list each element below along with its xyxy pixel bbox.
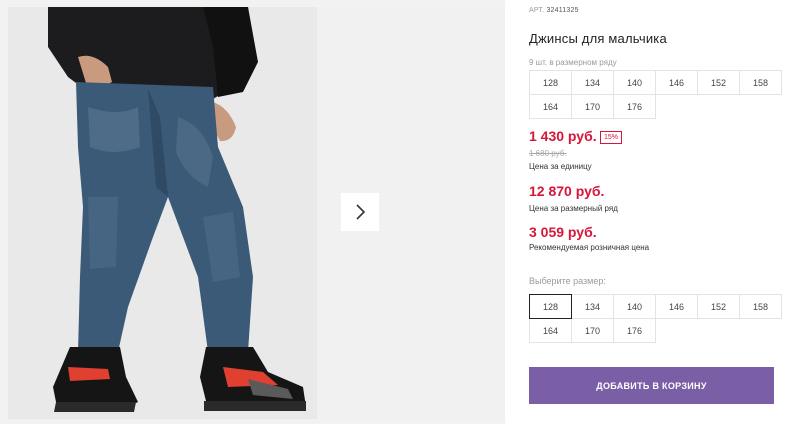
size-selector: 128 134 140 146 152 158 164 170 176 — [529, 294, 782, 343]
unit-price-label: Цена за единицу — [529, 162, 592, 171]
size-row-cell: 176 — [613, 94, 656, 119]
size-option[interactable]: 158 — [739, 294, 782, 319]
rrp-price: 3 059 руб. — [529, 224, 597, 240]
add-to-cart-button[interactable]: ДОБАВИТЬ В КОРЗИНУ — [529, 367, 774, 404]
size-row-cell: 158 — [739, 70, 782, 95]
product-gallery — [0, 0, 505, 424]
row-price: 12 870 руб. — [529, 183, 605, 199]
product-page: АРТ. 32411325 Джинсы для мальчика 9 шт. … — [0, 0, 800, 424]
discount-badge: 15% — [600, 131, 623, 144]
choose-size-label: Выберите размер: — [529, 276, 606, 286]
size-row-cell: 170 — [571, 94, 614, 119]
size-row-cell: 164 — [529, 94, 572, 119]
size-row-cell: 140 — [613, 70, 656, 95]
product-title: Джинсы для мальчика — [529, 31, 667, 46]
jeans-photo-illustration — [8, 7, 317, 419]
size-row-cell: 152 — [697, 70, 740, 95]
article-prefix: АРТ. — [529, 7, 545, 14]
size-row-cell: 128 — [529, 70, 572, 95]
unit-price: 1 430 руб. — [529, 128, 597, 144]
product-photo — [8, 7, 317, 419]
article-value: 32411325 — [546, 7, 579, 14]
row-price-label: Цена за размерный ряд — [529, 204, 618, 213]
old-price: 1 680 руб. — [529, 149, 567, 158]
size-row-cell: 134 — [571, 70, 614, 95]
size-option[interactable]: 152 — [697, 294, 740, 319]
size-option[interactable]: 134 — [571, 294, 614, 319]
article-number: АРТ. 32411325 — [529, 7, 579, 14]
product-info: АРТ. 32411325 Джинсы для мальчика 9 шт. … — [529, 0, 782, 424]
size-option[interactable]: 176 — [613, 318, 656, 343]
size-option[interactable]: 146 — [655, 294, 698, 319]
next-image-button[interactable] — [341, 193, 379, 231]
size-option[interactable]: 140 — [613, 294, 656, 319]
size-option[interactable]: 170 — [571, 318, 614, 343]
size-option-selected[interactable]: 128 — [529, 294, 572, 319]
size-row-cell: 146 — [655, 70, 698, 95]
size-row-caption: 9 шт. в размерном ряду — [529, 58, 617, 67]
size-row-grid: 128 134 140 146 152 158 164 170 176 — [529, 70, 782, 119]
chevron-right-icon — [356, 204, 366, 220]
size-option[interactable]: 164 — [529, 318, 572, 343]
rrp-price-label: Рекомендуемая розничная цена — [529, 243, 650, 252]
